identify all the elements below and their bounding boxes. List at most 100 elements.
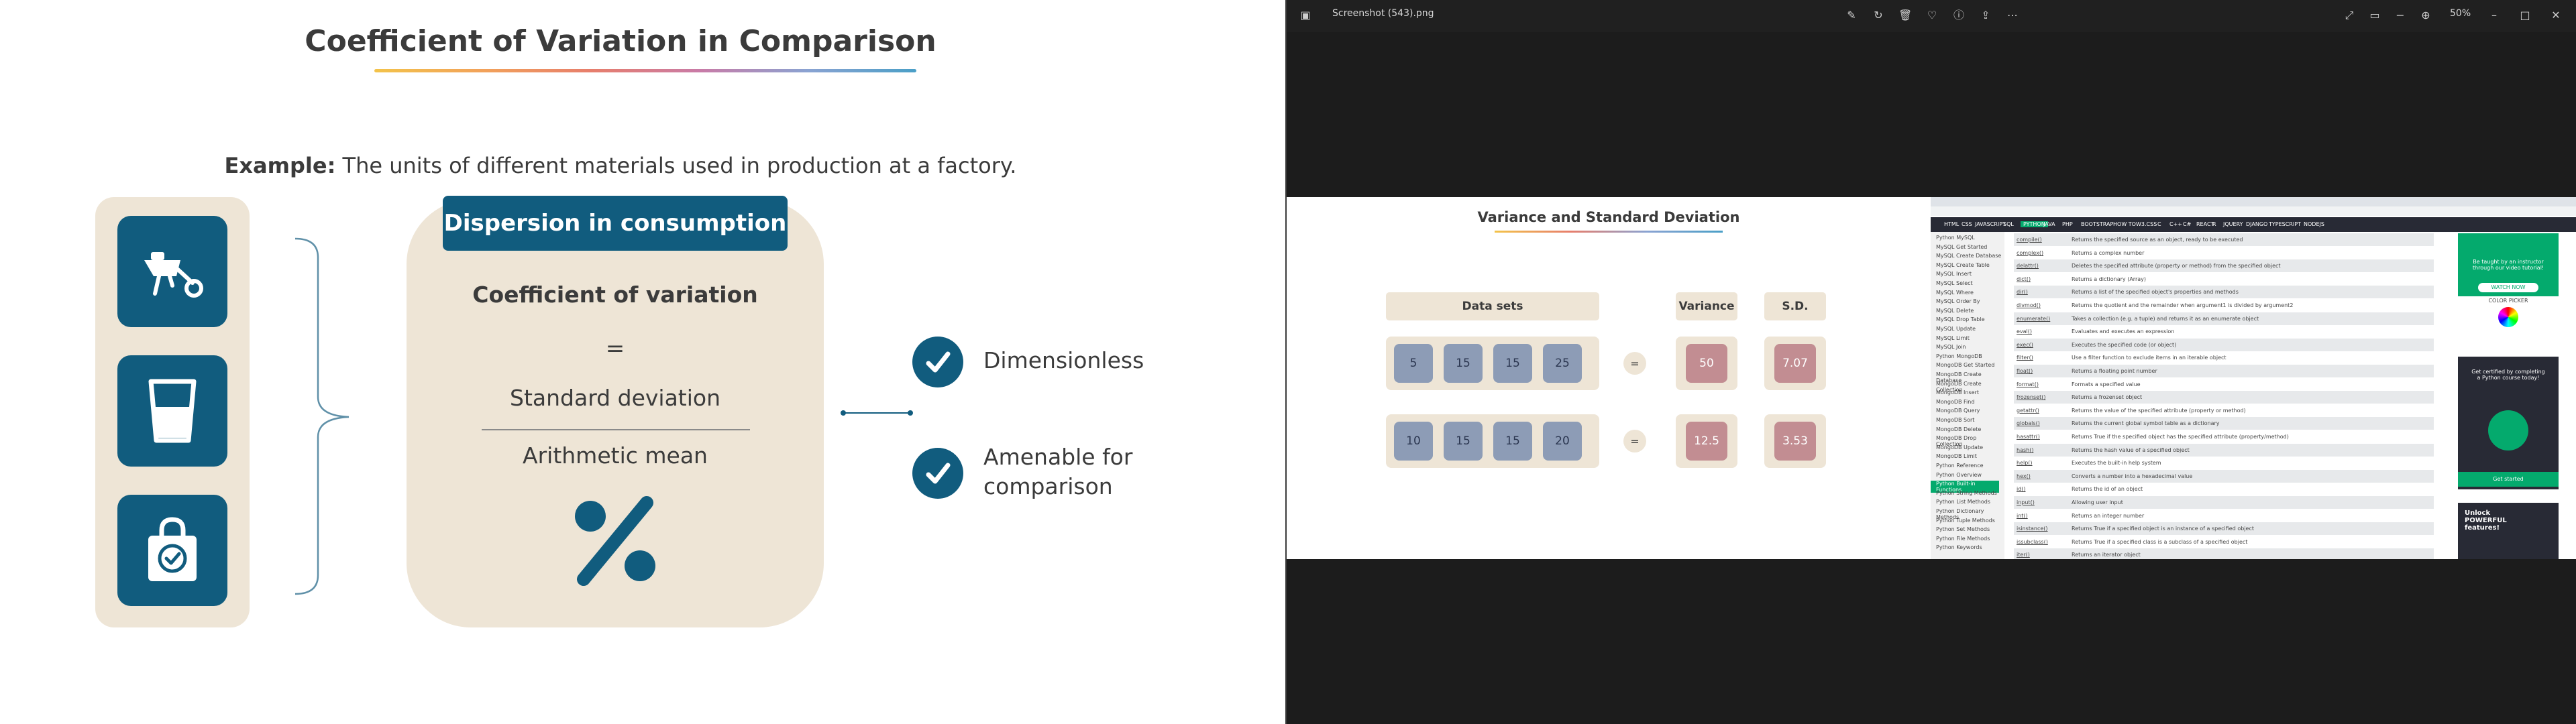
favorite-icon[interactable]: ♡ <box>1925 9 1939 22</box>
function-description: Takes a collection (e.g. a tuple) and re… <box>2072 315 2259 322</box>
sidebar-item[interactable]: Python Tuple Methods <box>1936 518 1995 524</box>
site-nav-item[interactable]: C <box>2157 221 2161 227</box>
function-description: Returns True if a specified class is a s… <box>2072 538 2248 545</box>
site-nav-item[interactable]: JAVASCRIPT <box>1975 221 2006 227</box>
function-link[interactable]: getattr() <box>2017 408 2039 414</box>
sidebar-item[interactable]: MongoDB Query <box>1936 408 1980 414</box>
function-link[interactable]: id() <box>2017 486 2026 492</box>
sidebar-item[interactable]: Python Set Methods <box>1936 526 1990 532</box>
site-nav-item[interactable]: DJANGO <box>2246 221 2267 227</box>
slideshow-icon[interactable]: ▭ <box>2368 9 2381 22</box>
info-icon[interactable]: ⓘ <box>1952 9 1966 22</box>
sidebar-item[interactable]: MySQL Order By <box>1936 298 1980 304</box>
close-icon[interactable]: ✕ <box>2549 9 2563 22</box>
function-link[interactable]: divmod() <box>2017 302 2041 308</box>
function-description: Allowing user input <box>2072 499 2123 505</box>
expand-icon[interactable]: ⤢ <box>2343 9 2356 22</box>
sidebar-item[interactable]: MySQL Drop Table <box>1936 316 1985 322</box>
sidebar-item[interactable]: MongoDB Get Started <box>1936 362 1994 368</box>
function-description: Returns the quotient and the remainder w… <box>2072 302 2294 308</box>
site-nav-item[interactable]: C++ <box>2169 221 2182 227</box>
function-link[interactable]: format() <box>2017 381 2039 387</box>
function-link[interactable]: hex() <box>2017 473 2031 479</box>
gallery-icon[interactable]: ▣ <box>1299 9 1312 22</box>
function-description: Returns a floating point number <box>2072 368 2157 374</box>
site-nav-item[interactable]: NODEJS <box>2304 221 2324 227</box>
sidebar-item[interactable]: MongoDB Insert <box>1936 389 1979 396</box>
function-link[interactable]: hash() <box>2017 447 2033 453</box>
sidebar-item[interactable]: Python String Methods <box>1936 490 1997 496</box>
table-row: help() Executes the built-in help system <box>2014 457 2434 470</box>
function-link[interactable]: isinstance() <box>2017 526 2048 532</box>
sidebar-item[interactable]: MongoDB Delete <box>1936 426 1981 432</box>
sidebar-item[interactable]: MySQL Insert <box>1936 271 1972 277</box>
site-nav-item[interactable]: TYPESCRIPT <box>2269 221 2301 227</box>
delete-icon[interactable]: 🗑 <box>1898 9 1912 22</box>
share-icon[interactable]: ⇪ <box>1979 9 1992 22</box>
sidebar-item[interactable]: Python MongoDB <box>1936 353 1982 359</box>
function-link[interactable]: issubclass() <box>2017 539 2048 545</box>
sidebar-item[interactable]: Python Keywords <box>1936 544 1982 550</box>
minimize-icon[interactable]: – <box>2487 9 2501 22</box>
more-icon[interactable]: ⋯ <box>2006 9 2019 22</box>
sidebar-item[interactable]: MySQL Delete <box>1936 308 1974 314</box>
site-nav-item[interactable]: REACT <box>2196 221 2214 227</box>
site-sidebar: Python MySQL MySQL Get Started MySQL Creat… <box>1931 232 2004 559</box>
function-link[interactable]: exec() <box>2017 342 2033 348</box>
site-nav-item[interactable]: JAVA <box>2043 221 2055 227</box>
sidebar-item[interactable]: MongoDB Find <box>1936 399 1974 405</box>
site-nav-item[interactable]: R <box>2212 221 2216 227</box>
get-started-button[interactable]: Get started <box>2458 472 2559 487</box>
function-link[interactable]: dict() <box>2017 276 2031 282</box>
site-nav-item[interactable]: SQL <box>2003 221 2014 227</box>
function-link[interactable]: dir() <box>2017 289 2028 295</box>
function-link[interactable]: int() <box>2017 513 2028 519</box>
site-nav-item[interactable]: C# <box>2183 221 2191 227</box>
sidebar-item[interactable]: MySQL Create Database <box>1936 253 2001 259</box>
site-nav-item[interactable]: CSS <box>1962 221 1972 227</box>
function-link[interactable]: eval() <box>2017 328 2032 335</box>
site-nav-item[interactable]: HTML <box>1944 221 1959 227</box>
function-link[interactable]: complex() <box>2017 250 2043 256</box>
watch-now-button[interactable]: WATCH NOW <box>2478 283 2538 292</box>
sidebar-item[interactable]: Python Reference <box>1936 463 1984 469</box>
sidebar-item[interactable]: MySQL Limit <box>1936 335 1970 341</box>
sidebar-item[interactable]: Python Overview <box>1936 472 1982 478</box>
function-link[interactable]: hasattr() <box>2017 434 2040 440</box>
sidebar-item[interactable]: MySQL Join <box>1936 344 1966 350</box>
maximize-icon[interactable]: □ <box>2518 9 2532 22</box>
sidebar-item[interactable]: Python List Methods <box>1936 499 1990 505</box>
function-link[interactable]: help() <box>2017 460 2033 466</box>
sidebar-item[interactable]: MySQL Get Started <box>1936 244 1987 250</box>
function-link[interactable]: enumerate() <box>2017 316 2050 322</box>
site-nav-item[interactable]: BOOTSTRAP <box>2081 221 2113 227</box>
sidebar-item[interactable]: MongoDB Update <box>1936 444 1983 450</box>
function-link[interactable]: delattr() <box>2017 263 2039 269</box>
sidebar-item[interactable]: MySQL Update <box>1936 326 1976 332</box>
site-nav-item[interactable]: JQUERY <box>2223 221 2243 227</box>
site-nav-item[interactable]: HOW TO <box>2113 221 2136 227</box>
function-description: Returns a list of the specified object's… <box>2072 289 2239 296</box>
sidebar-item[interactable]: MySQL Select <box>1936 280 1973 286</box>
site-nav-item[interactable]: PHP <box>2062 221 2073 227</box>
function-link[interactable]: float() <box>2017 368 2033 374</box>
function-link[interactable]: input() <box>2017 499 2035 505</box>
sidebar-item[interactable]: MongoDB Sort <box>1936 417 1974 423</box>
function-link[interactable]: globals() <box>2017 420 2040 426</box>
sidebar-item[interactable]: MySQL Where <box>1936 290 1974 296</box>
site-nav-item[interactable]: W3.CSS <box>2136 221 2157 227</box>
sidebar-item[interactable]: Python File Methods <box>1936 536 1990 542</box>
function-link[interactable]: frozenset() <box>2017 394 2045 400</box>
sidebar-item[interactable]: MySQL Create Table <box>1936 262 1990 268</box>
function-link[interactable]: filter() <box>2017 355 2033 361</box>
zoom-out-icon[interactable]: − <box>2394 9 2407 22</box>
zoom-in-icon[interactable]: ⊕ <box>2419 9 2432 22</box>
sidebar-item[interactable]: MongoDB Limit <box>1936 453 1977 459</box>
color-wheel-icon[interactable] <box>2498 307 2518 327</box>
function-link[interactable]: iter() <box>2017 552 2030 558</box>
edit-icon[interactable]: ✎ <box>1845 9 1858 22</box>
rotate-icon[interactable]: ↻ <box>1872 9 1885 22</box>
sidebar-item[interactable]: Python MySQL <box>1936 235 1975 241</box>
color-picker-widget: COLOR PICKER <box>2458 298 2559 345</box>
function-link[interactable]: compile() <box>2017 237 2042 243</box>
